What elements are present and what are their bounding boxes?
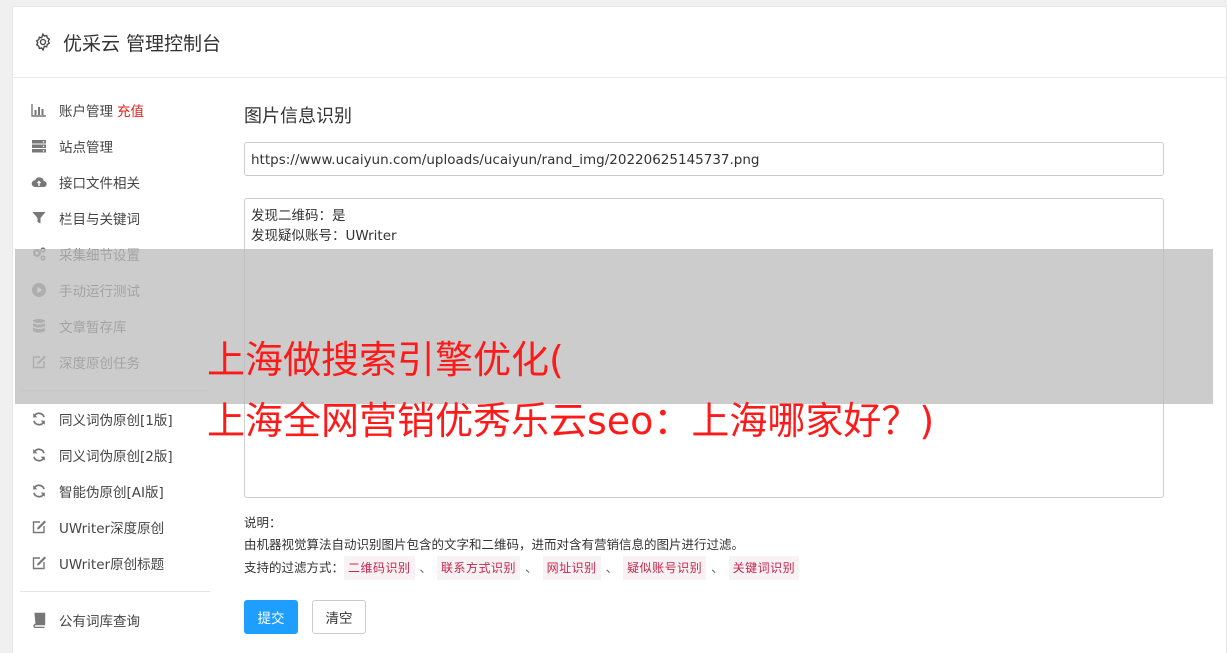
sidebar-item-book[interactable]: 公有词库查询: [20, 602, 210, 638]
sidebar-item-bar-chart[interactable]: 账户管理 充值: [20, 92, 210, 128]
filter-tag: 二维码识别: [344, 556, 415, 580]
bar-chart-icon: [30, 101, 48, 119]
sidebar-item-label: 公有词库查询: [59, 614, 140, 630]
sidebar-item-refresh[interactable]: 智能伪原创[AI版]: [20, 473, 210, 509]
edit-icon: [30, 518, 48, 536]
notes-description: 由机器视觉算法自动识别图片包含的文字和二维码，进而对含有营销信息的图片进行过滤。: [244, 537, 745, 552]
filter-tag: 关键词识别: [728, 556, 800, 580]
edit-icon: [30, 554, 48, 572]
action-buttons: 提交 清空: [244, 600, 1164, 634]
result-line: 发现疑似账号：UWriter: [251, 228, 397, 244]
sidebar-group-rewrite: 同义词伪原创[1版] 同义词伪原创[2版] 智能伪原创[AI版] UWriter深度原…: [20, 401, 210, 581]
notes: 说明： 由机器视觉算法自动识别图片包含的文字和二维码，进而对含有营销信息的图片进…: [244, 512, 1164, 580]
sidebar-item-label: 同义词伪原创[1版]: [59, 413, 173, 429]
sidebar-item-server[interactable]: 站点管理: [20, 128, 210, 164]
sidebar-divider: [20, 591, 210, 592]
refresh-icon: [30, 410, 48, 428]
overlay-line-2: 上海全网营销优秀乐云seo：上海哪家好？): [207, 399, 935, 443]
overlay-headline: 上海做搜索引擎优化( 上海全网营销优秀乐云seo：上海哪家好？): [207, 330, 1217, 452]
sidebar-item-label: 同义词伪原创[2版]: [59, 449, 173, 465]
filter-label: 支持的过滤方式：: [244, 560, 345, 575]
filter-methods: 支持的过滤方式： 二维码识别、联系方式识别、网址识别、疑似账号识别、关键词识别: [244, 556, 1164, 580]
refresh-icon: [30, 482, 48, 500]
filter-separator: 、: [711, 560, 724, 575]
refresh-icon: [30, 446, 48, 464]
sidebar-item-refresh[interactable]: 同义词伪原创[2版]: [20, 437, 210, 473]
notes-heading: 说明：: [244, 515, 282, 530]
sidebar-item-cloud-upload[interactable]: 接口文件相关: [20, 164, 210, 200]
sidebar-group-lexicon: 公有词库查询: [20, 602, 210, 638]
filter-tag: 网址识别: [542, 556, 601, 580]
sidebar-item-label: UWriter原创标题: [59, 557, 165, 573]
sidebar-item-edit[interactable]: UWriter原创标题: [20, 545, 210, 581]
filter-separator: 、: [605, 560, 619, 575]
sidebar-item-filter[interactable]: 栏目与关键词: [20, 200, 210, 236]
sidebar-item-label: 栏目与关键词: [59, 212, 140, 228]
sidebar-item-edit[interactable]: UWriter深度原创: [20, 509, 210, 545]
filter-icon: [30, 209, 48, 227]
console-title: 优采云 管理控制台: [63, 32, 222, 55]
console-header: 优采云 管理控制台: [13, 7, 1226, 78]
sidebar-item-label: 智能伪原创[AI版]: [59, 485, 164, 501]
filter-tag: 联系方式识别: [437, 556, 521, 580]
book-icon: [30, 611, 48, 629]
sidebar-item-label: UWriter深度原创: [59, 521, 165, 537]
overlay-line-1: 上海做搜索引擎优化(: [207, 338, 564, 382]
page-title: 图片信息识别: [244, 106, 352, 127]
server-icon: [30, 137, 48, 155]
sidebar-item-label: 接口文件相关: [59, 176, 140, 192]
cloud-upload-icon: [30, 173, 48, 191]
recharge-link[interactable]: 充值: [117, 100, 144, 120]
sidebar-item-label: 站点管理: [59, 140, 113, 156]
clear-button[interactable]: 清空: [312, 600, 366, 634]
filter-separator: 、: [525, 560, 538, 575]
gear-icon: [35, 32, 51, 52]
submit-button[interactable]: 提交: [244, 600, 298, 634]
filter-tag: 疑似账号识别: [623, 556, 707, 580]
image-url-input[interactable]: https://www.ucaiyun.com/uploads/ucaiyun/…: [244, 142, 1164, 176]
filter-separator: 、: [419, 560, 433, 575]
sidebar-item-refresh[interactable]: 同义词伪原创[1版]: [20, 401, 210, 437]
sidebar-item-label: 账户管理: [59, 104, 113, 120]
result-line: 发现二维码：是: [251, 208, 346, 224]
